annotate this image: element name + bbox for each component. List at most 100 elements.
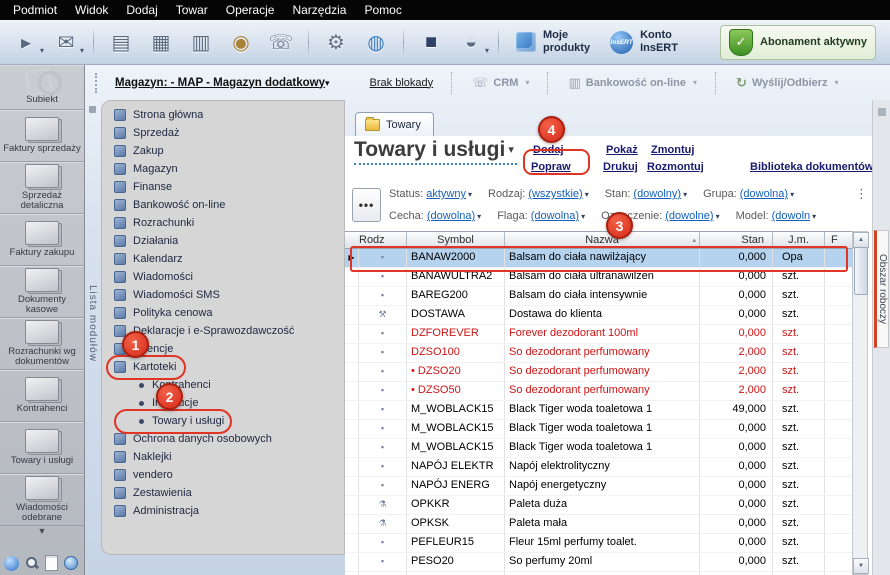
nav-tree-item[interactable]: Deklaracje i e-Sprawozdawczość xyxy=(102,322,344,340)
wyslij-odbierz-dropdown[interactable]: Wyślij/Odbierz xyxy=(736,75,839,91)
scroll-up-button[interactable] xyxy=(853,232,869,248)
nav-tree-item[interactable]: Bankowość on-line xyxy=(102,196,344,214)
filter-value[interactable]: (dowolne) xyxy=(665,210,713,222)
konto-insert-button[interactable]: InsERT KontoInsERT xyxy=(602,26,686,57)
sidebar-module-item[interactable]: Kontrahenci xyxy=(0,370,84,422)
filter-value[interactable]: (dowolny) xyxy=(633,188,681,200)
column-header-f[interactable]: F xyxy=(825,232,852,248)
drukuj-link[interactable]: Drukuj xyxy=(603,161,638,173)
filter-dropdown[interactable]: Flaga:(dowolna) xyxy=(497,210,585,222)
dock-pin-icon[interactable] xyxy=(878,108,886,116)
menu-item[interactable]: Podmiot xyxy=(4,0,66,20)
filter-dropdown[interactable]: Oznaczenie:(dowolne) xyxy=(601,210,719,222)
filter-value[interactable]: (dowolna) xyxy=(740,188,788,200)
products-cube-button[interactable]: ■ xyxy=(413,25,449,59)
bankowosc-dropdown[interactable]: Bankowość on-line xyxy=(568,75,697,91)
sidebar-module-item[interactable]: Dokumenty kasowe xyxy=(0,266,84,318)
nav-tree-item[interactable]: Kontrahenci xyxy=(102,376,344,394)
table-row[interactable]: ▪ BAREG200 Balsam do ciała intensywnie 0… xyxy=(345,287,852,306)
table-row[interactable]: ▪ NAPÓJ ELEKTR Napój elektrolityczny 0,0… xyxy=(345,458,852,477)
nav-tree-item[interactable]: Sprzedaż xyxy=(102,124,344,142)
table-row[interactable]: ▪ M_WOBLACK15 Black Tiger woda toaletowa… xyxy=(345,420,852,439)
filter-value[interactable]: (dowolna) xyxy=(427,210,475,222)
sidebar-module-item[interactable]: Faktury sprzedaży xyxy=(0,110,84,162)
menu-item[interactable]: Dodaj xyxy=(117,0,166,20)
filter-value[interactable]: (dowolna) xyxy=(531,210,579,222)
document-icon[interactable] xyxy=(45,555,58,571)
menu-item[interactable]: Towar xyxy=(167,0,217,20)
nav-tree-item[interactable]: Ochrona danych osobowych xyxy=(102,430,344,448)
nav-tree-item[interactable]: Licencje xyxy=(102,340,344,358)
globe-icon[interactable] xyxy=(64,556,78,570)
obszar-roboczy-tab[interactable]: Obszar roboczy xyxy=(874,230,889,348)
vertical-scrollbar[interactable] xyxy=(852,231,868,575)
search-icon[interactable] xyxy=(25,556,39,570)
column-header-symbol[interactable]: Symbol xyxy=(407,232,505,248)
zmontuj-link[interactable]: Zmontuj xyxy=(651,144,694,156)
nav-tree-item[interactable]: Magazyn xyxy=(102,160,344,178)
nav-tree-item[interactable]: Strona główna xyxy=(102,106,344,124)
nav-tree-item[interactable]: Działania xyxy=(102,232,344,250)
nav-tree-item[interactable]: Kalendarz xyxy=(102,250,344,268)
filter-dropdown[interactable]: Status:aktywny xyxy=(389,188,472,200)
menu-item[interactable]: Operacje xyxy=(217,0,284,20)
table-row[interactable]: ⚗ OPKKR Paleta duża 0,000 szt. xyxy=(345,496,852,515)
devices-button[interactable]: ☏ xyxy=(263,25,299,59)
table-row[interactable]: ▪ PEFLEUR15 Fleur 15ml perfumy toalet. 0… xyxy=(345,534,852,553)
table-row[interactable]: ▪ DZFOREVER Forever dezodorant 100ml 0,0… xyxy=(345,325,852,344)
column-header-nazwa[interactable]: Nazwa xyxy=(505,232,700,248)
table-row[interactable]: ▪ PESO20 So perfumy 20ml 0,000 szt. xyxy=(345,553,852,572)
nav-tree-item[interactable]: Wiadomości xyxy=(102,268,344,286)
chevron-down-icon[interactable] xyxy=(0,526,84,540)
sidebar-module-item[interactable]: Faktury zakupu xyxy=(0,214,84,266)
popraw-link[interactable]: Popraw xyxy=(531,161,571,173)
table-row[interactable]: ⚗ OPKSK Paleta mała 0,000 szt. xyxy=(345,515,852,534)
grip-handle[interactable] xyxy=(95,73,101,93)
scrollbar-thumb[interactable] xyxy=(854,247,868,295)
table-row[interactable]: ▪ BANAW2000 Balsam do ciała nawilżający … xyxy=(345,249,852,268)
more-filters-button[interactable]: ••• xyxy=(352,188,381,222)
sidebar-module-item[interactable]: Rozrachunki wg dokumentów xyxy=(0,318,84,370)
moje-produkty-button[interactable]: Mojeprodukty xyxy=(508,26,598,57)
abonament-button[interactable]: Abonament aktywny xyxy=(720,25,876,60)
crm-dropdown[interactable]: CRM xyxy=(472,75,529,91)
table-row[interactable]: ▪ M_WOBLACK15 Black Tiger woda toaletowa… xyxy=(345,439,852,458)
utilities-button[interactable]: ◒ xyxy=(453,25,489,59)
nav-tree-item[interactable]: vendero xyxy=(102,466,344,484)
column-header-stan[interactable]: Stan xyxy=(700,232,773,248)
menu-item[interactable]: Widok xyxy=(66,0,117,20)
sidebar-module-item[interactable]: Towary i usługi xyxy=(0,422,84,474)
connection-sphere-icon[interactable] xyxy=(4,556,19,571)
nav-tree-item[interactable]: Kartoteki xyxy=(102,358,344,376)
filter-dropdown[interactable]: Cecha:(dowolna) xyxy=(389,210,481,222)
table-row[interactable]: ▪ DZSO50 So dezodorant perfumowany 2,000… xyxy=(345,382,852,401)
nav-tree-item[interactable]: Polityka cenowa xyxy=(102,304,344,322)
column-header-jm[interactable]: J.m. xyxy=(773,232,825,248)
table-row[interactable]: ▪ M_WOBLACK15 Black Tiger woda toaletowa… xyxy=(345,401,852,420)
tab-towary[interactable]: Towary xyxy=(355,112,434,136)
nav-tree-item[interactable]: Finanse xyxy=(102,178,344,196)
filter-value[interactable]: (wszystkie) xyxy=(528,188,582,200)
scroll-down-button[interactable] xyxy=(853,558,869,574)
filter-value[interactable]: (dowoln xyxy=(772,210,811,222)
pin-icon[interactable] xyxy=(89,106,96,113)
table-row[interactable]: ▪ DZSO100 So dezodorant perfumowany 2,00… xyxy=(345,344,852,363)
nav-tree-item[interactable]: Instytucje xyxy=(102,394,344,412)
magazyn-selector[interactable]: Magazyn: - MAP - Magazyn dodatkowy xyxy=(115,77,330,89)
table-row[interactable]: ▪ DZSO20 So dezodorant perfumowany 2,000… xyxy=(345,363,852,382)
sales-invoices-button[interactable]: ▤ xyxy=(103,25,139,59)
warehouse-documents-button[interactable]: ▦ xyxy=(143,25,179,59)
sidebar-module-item[interactable]: Sprzedaż detaliczna xyxy=(0,162,84,214)
mail-button[interactable]: ✉ xyxy=(48,25,84,59)
table-row[interactable]: ▪ NAPÓJ ENERG Napój energetyczny 0,000 s… xyxy=(345,477,852,496)
filter-dropdown[interactable]: Model:(dowoln xyxy=(736,210,817,222)
nav-tree-item[interactable]: Zestawienia xyxy=(102,484,344,502)
filter-dropdown[interactable]: Rodzaj:(wszystkie) xyxy=(488,188,589,200)
nav-tree-item[interactable]: Towary i usługi xyxy=(102,412,344,430)
pokaz-link[interactable]: Pokaż xyxy=(606,144,638,156)
nav-tree-item[interactable]: Zakup xyxy=(102,142,344,160)
new-document-button[interactable]: ▸ xyxy=(8,25,44,59)
page-title[interactable]: Towary i usługi xyxy=(354,138,517,165)
table-row[interactable]: ▪ BANAWULTRA2 Balsam do ciała ultranawil… xyxy=(345,268,852,287)
dodaj-link[interactable]: Dodaj xyxy=(533,144,564,156)
